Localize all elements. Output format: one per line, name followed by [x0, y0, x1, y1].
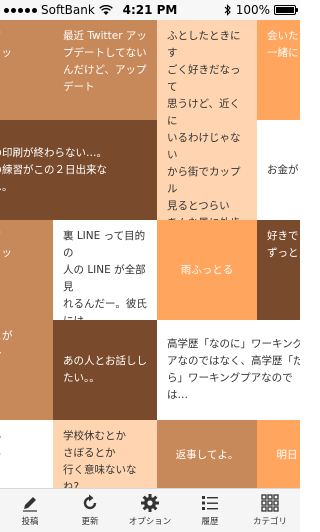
bluetooth-icon	[224, 4, 231, 16]
post-tile[interactable]: k のデザ ューフラッ せ	[0, 220, 53, 320]
tab-label: 更新	[81, 517, 99, 527]
post-tile[interactable]: 学校休むとか さぼるとか 行く意味ないなね?	[53, 420, 157, 488]
post-tile[interactable]: 明日	[257, 420, 300, 488]
post-tile[interactable]: お金が	[257, 120, 300, 220]
battery-percent: 100%	[235, 3, 270, 17]
tab-label: 投稿	[21, 517, 39, 527]
refresh-icon	[83, 494, 97, 510]
status-bar: SoftBank 4:21 PM 100%	[0, 0, 300, 20]
post-tile[interactable]: 高学歴「なのに」ワーキング アなのではなく、高学歴「だ ら」ワーキングプアなので…	[157, 320, 300, 420]
post-grid[interactable]: k のデザ ューフラッ せ 最近 Twitter アッ プデートしてない んだけ…	[0, 20, 300, 488]
post-tile[interactable]: あの人とお話しし たい。。	[53, 320, 157, 420]
gear-icon	[141, 494, 159, 512]
post-tile[interactable]: 返事してよ。	[157, 420, 257, 488]
post-tile[interactable]: 最近 Twitter アッ プデートしてない んだけど、アップ デート	[53, 20, 157, 120]
pencil-icon	[23, 497, 37, 512]
tab-bar: 投稿 更新 オプション 履歴 カテゴリ	[0, 488, 300, 532]
post-tile[interactable]: ふとしたときにす ごく好きだなって 思うけど、近くに いるわけじゃない から街で…	[157, 20, 257, 220]
post-tile[interactable]: k のデザ ューフラッ せ	[0, 20, 53, 120]
tab-options[interactable]: オプション	[120, 489, 180, 532]
list-icon	[202, 496, 218, 510]
grid-icon	[261, 494, 279, 512]
battery-icon	[274, 5, 298, 15]
tab-label: オプション	[128, 517, 172, 527]
post-tile[interactable]: 文のここが とかテレ えるの。 気	[0, 320, 53, 420]
post-tile[interactable]: 会いた 一緒に	[257, 20, 300, 120]
tab-post[interactable]: 投稿	[0, 489, 60, 532]
post-tile[interactable]: 好きで ずっと	[257, 220, 300, 320]
tab-label: 履歴	[201, 517, 219, 527]
post-tile[interactable]: 雨ふっとる	[157, 220, 257, 320]
tab-category[interactable]: カテゴリ	[240, 489, 300, 532]
tab-history[interactable]: 履歴	[180, 489, 240, 532]
tab-refresh[interactable]: 更新	[60, 489, 120, 532]
status-right: 100%	[224, 0, 298, 20]
post-tile[interactable]: 裏 LINE って目的の 人の LINE が全部見 れるんだー。彼氏 には	[53, 220, 157, 320]
tab-label: カテゴリ	[252, 517, 287, 527]
post-tile[interactable]: 招待状の印刷が終わらない…。 ギターの練習がこの２日出来な かった…。	[0, 120, 157, 220]
post-tile[interactable]: 帰すから と起きる	[0, 420, 53, 488]
